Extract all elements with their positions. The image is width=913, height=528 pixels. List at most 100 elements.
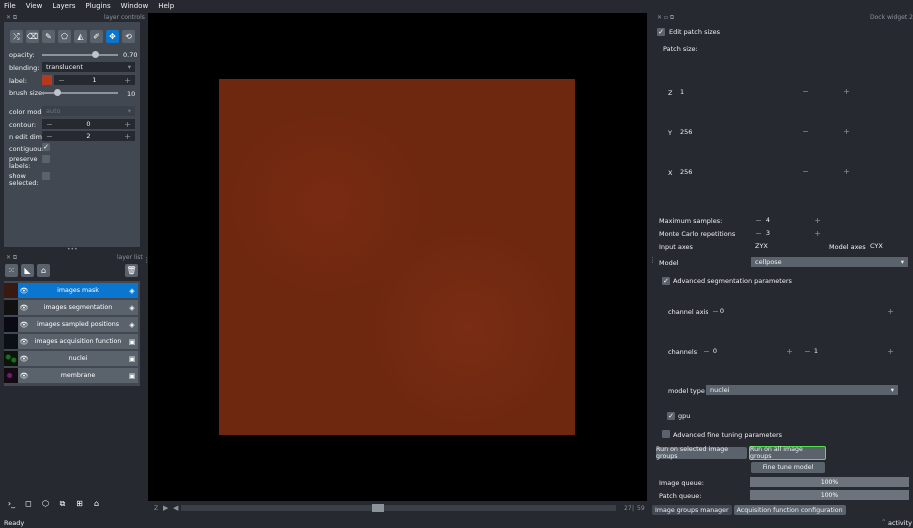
transform-icon[interactable]: ⟲	[122, 30, 135, 43]
y-field[interactable]: 256	[676, 126, 796, 137]
menu-window[interactable]: Window	[121, 2, 149, 10]
eye-icon[interactable]: 👁	[18, 338, 30, 346]
x-spinbox[interactable]: − +	[798, 166, 854, 177]
channel-1-spinbox[interactable]: − 0 +	[699, 346, 797, 356]
step-back-icon[interactable]: ◀	[173, 504, 178, 512]
plus-icon[interactable]: +	[124, 120, 131, 129]
menu-layers[interactable]: Layers	[52, 2, 75, 10]
polygon-icon[interactable]: ⬠	[58, 30, 71, 43]
contour-spinbox[interactable]: − 0 +	[42, 119, 135, 129]
minus-icon[interactable]: −	[46, 132, 53, 141]
delete-layer-icon[interactable]: 🗑	[125, 264, 138, 277]
eye-icon[interactable]: 👁	[18, 372, 30, 380]
eye-icon[interactable]: 👁	[18, 304, 30, 312]
plus-icon[interactable]: +	[814, 216, 821, 225]
z-spinbox[interactable]: − +	[798, 86, 854, 97]
layer-row[interactable]: 👁 images segmentation ◈	[4, 300, 138, 315]
new-labels-layer-icon[interactable]: ⌂	[37, 264, 50, 277]
layer-row[interactable]: 👁 nuclei ▣	[4, 351, 138, 366]
show-selected-checkbox[interactable]	[42, 172, 50, 180]
layer-row[interactable]: 👁 images sampled positions ◈	[4, 317, 138, 332]
y-spinbox[interactable]: − +	[798, 126, 854, 137]
layer-controls-dock-icons[interactable]: ✕ ⧉	[6, 14, 17, 22]
menu-plugins[interactable]: Plugins	[86, 2, 111, 10]
shuffle-colors-icon[interactable]: ⤮	[10, 30, 23, 43]
minus-icon[interactable]: −	[755, 229, 762, 238]
opacity-slider[interactable]	[42, 54, 118, 56]
max-samples-spinbox[interactable]: − 4 +	[751, 215, 825, 225]
minus-icon[interactable]: −	[703, 347, 710, 356]
minus-icon[interactable]: −	[804, 347, 811, 356]
gpu-checkbox[interactable]: ✓	[667, 412, 675, 420]
plus-icon[interactable]: +	[843, 87, 850, 96]
layer-row[interactable]: 👁 membrane ▣	[4, 368, 138, 383]
advanced-fine-tuning-checkbox[interactable]	[662, 430, 670, 438]
plus-icon[interactable]: +	[887, 347, 894, 356]
model-type-select[interactable]: nuclei ▾	[706, 385, 898, 395]
plus-icon[interactable]: +	[843, 167, 850, 176]
minus-icon[interactable]: −	[802, 167, 809, 176]
eye-icon[interactable]: 👁	[18, 355, 30, 363]
plus-icon[interactable]: +	[786, 347, 793, 356]
layer-list-dock-icons[interactable]: ✕ ⧉	[6, 254, 17, 262]
n-edit-dim-spinbox[interactable]: − 2 +	[42, 131, 135, 141]
play-icon[interactable]: ▶	[163, 504, 168, 512]
label-color-swatch[interactable]	[42, 75, 52, 85]
plus-icon[interactable]: +	[124, 76, 131, 85]
minus-icon[interactable]: −	[802, 127, 809, 136]
advanced-segmentation-checkbox[interactable]: ✓	[662, 277, 670, 285]
grid-icon[interactable]: ⊞	[73, 497, 86, 510]
eye-icon[interactable]: 👁	[18, 321, 30, 329]
tab-image-groups-manager[interactable]: Image groups manager	[652, 505, 732, 515]
menu-help[interactable]: Help	[158, 2, 174, 10]
plus-icon[interactable]: +	[843, 127, 850, 136]
run-selected-button[interactable]: Run on selected image groups	[656, 446, 747, 460]
dims-slider-handle[interactable]	[372, 504, 384, 512]
fine-tune-button[interactable]: Fine tune model	[751, 462, 825, 473]
activity-label[interactable]: activity	[888, 519, 912, 527]
plus-icon[interactable]: +	[814, 229, 821, 238]
blending-select[interactable]: translucent ▾	[42, 62, 135, 72]
plus-icon[interactable]: +	[887, 307, 894, 316]
new-shapes-layer-icon[interactable]: ◣	[21, 264, 34, 277]
dims-slider-track[interactable]	[181, 505, 616, 511]
transpose-icon[interactable]: ⧉	[56, 497, 69, 510]
right-dock-splitter[interactable]: ⋮	[649, 257, 656, 264]
pan-zoom-icon[interactable]: ✥	[106, 30, 119, 43]
channel-2-spinbox[interactable]: − 1 +	[800, 346, 898, 356]
model-select[interactable]: cellpose ▾	[751, 257, 908, 267]
console-icon[interactable]: ›_	[5, 497, 18, 510]
z-field[interactable]: 1	[676, 86, 796, 97]
minus-icon[interactable]: −	[58, 76, 65, 85]
menu-view[interactable]: View	[26, 2, 43, 10]
paint-brush-icon[interactable]: ✎	[42, 30, 55, 43]
contiguous-checkbox[interactable]: ✓	[42, 143, 50, 151]
home-icon[interactable]: ⌂	[90, 497, 103, 510]
dock-widget-icons[interactable]: ✕ ▫ ⧉	[657, 14, 674, 22]
plus-icon[interactable]: +	[124, 132, 131, 141]
x-field[interactable]: 256	[676, 166, 796, 177]
eye-icon[interactable]: 👁	[18, 287, 30, 295]
layer-row[interactable]: 👁 images acquisition function ▣	[4, 334, 138, 349]
minus-icon[interactable]: −	[712, 307, 719, 316]
run-all-button[interactable]: Run on all image groups	[749, 446, 826, 460]
fill-bucket-icon[interactable]: ◭	[74, 30, 87, 43]
eraser-icon[interactable]: ⌫	[26, 30, 39, 43]
ndisplay-icon[interactable]: ◻	[22, 497, 35, 510]
mc-repetitions-spinbox[interactable]: − 3 +	[751, 228, 825, 238]
minus-icon[interactable]: −	[802, 87, 809, 96]
label-spinbox[interactable]: − 1 +	[54, 75, 135, 85]
channel-axis-spinbox[interactable]: − 0 +	[708, 306, 898, 316]
layer-row[interactable]: 👁 images mask ◈	[4, 283, 138, 298]
tab-acquisition-function-configuration[interactable]: Acquisition function configuration	[733, 505, 846, 515]
edit-patch-checkbox[interactable]: ✓	[657, 28, 665, 36]
new-points-layer-icon[interactable]: ⁙	[5, 264, 18, 277]
menu-file[interactable]: File	[4, 2, 16, 10]
activity-caret-icon[interactable]: ⌃	[881, 518, 886, 526]
color-picker-icon[interactable]: ✐	[90, 30, 103, 43]
color-mode-select[interactable]: auto ▾	[42, 106, 135, 116]
roll-dims-icon[interactable]: ⬡	[39, 497, 52, 510]
minus-icon[interactable]: −	[46, 120, 53, 129]
input-axes-field[interactable]: ZYX	[751, 241, 825, 251]
splitter-handle[interactable]: •••	[67, 246, 78, 253]
